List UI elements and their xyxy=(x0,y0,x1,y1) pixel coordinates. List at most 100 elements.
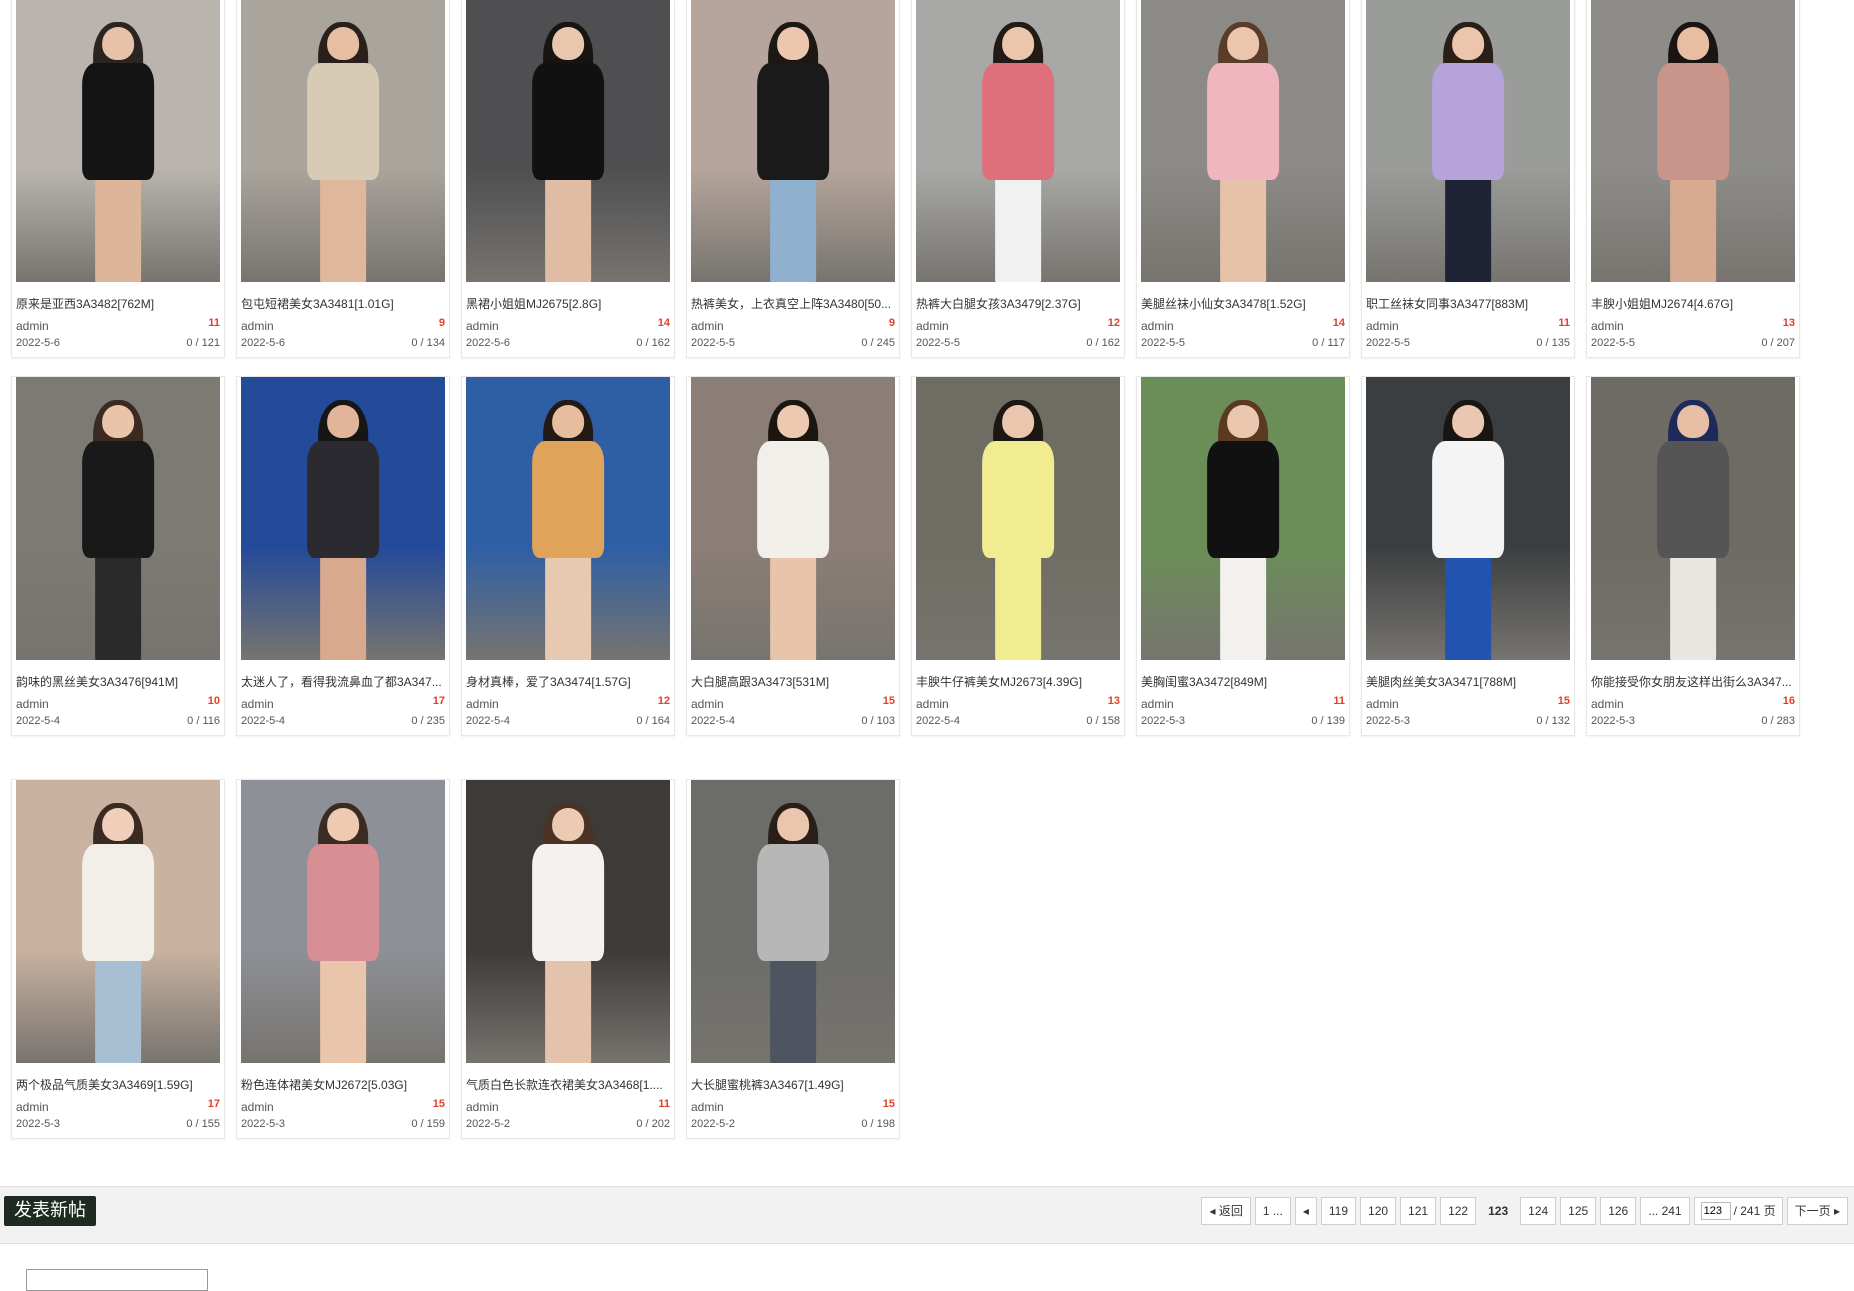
thread-card[interactable]: 大长腿蜜桃裤3A3467[1.49G] admin 15 2022-5-2 0 / 19… xyxy=(686,779,900,1139)
thread-card[interactable]: 黑裙小姐姐MJ2675[2.8G] admin 14 2022-5-6 0 / 162 xyxy=(461,0,675,358)
thread-author[interactable]: admin xyxy=(916,319,949,333)
thread-card[interactable]: 气质白色长款连衣裙美女3A3468[1.... admin 11 2022-5-2 0 … xyxy=(461,779,675,1139)
thread-card[interactable]: 两个极品气质美女3A3469[1.59G] admin 17 2022-5-3 0 / … xyxy=(11,779,225,1139)
thread-title[interactable]: 大白腿高跟3A3473[531M] xyxy=(691,673,895,690)
image-count-badge: 13 xyxy=(1782,317,1795,329)
thread-title[interactable]: 美胸闺蜜3A3472[849M] xyxy=(1141,673,1345,690)
image-count-badge: 15 xyxy=(432,1098,445,1110)
thread-thumbnail[interactable] xyxy=(466,0,670,282)
page-jump-input[interactable] xyxy=(1700,1202,1731,1220)
thread-title[interactable]: 包屯短裙美女3A3481[1.01G] xyxy=(241,295,445,312)
thread-card[interactable]: 热裤美女，上衣真空上阵3A3480[50... admin 9 2022-5-5 0 /… xyxy=(686,0,900,358)
thread-author[interactable]: admin xyxy=(241,1100,274,1114)
thread-card[interactable]: 原来是亚西3A3482[762M] admin 11 2022-5-6 0 / 121 xyxy=(11,0,225,358)
thread-thumbnail[interactable] xyxy=(1366,0,1570,282)
thread-author[interactable]: admin xyxy=(241,319,274,333)
thread-thumbnail[interactable] xyxy=(466,780,670,1063)
thread-author[interactable]: admin xyxy=(1141,319,1174,333)
thread-card[interactable]: 你能接受你女朋友这样出街么3A347... admin 16 2022-5-3 0 / … xyxy=(1586,376,1800,736)
page-link[interactable]: 122 xyxy=(1440,1197,1477,1225)
thread-card[interactable]: 大白腿高跟3A3473[531M] admin 15 2022-5-4 0 / 103 xyxy=(686,376,900,736)
thread-author[interactable]: admin xyxy=(691,697,724,711)
thread-card[interactable]: 美腿肉丝美女3A3471[788M] admin 15 2022-5-3 0 / 132 xyxy=(1361,376,1575,736)
reply-view-stats: 0 / 117 xyxy=(1312,337,1345,349)
thread-card[interactable]: 包屯短裙美女3A3481[1.01G] admin 9 2022-5-6 0 / 134 xyxy=(236,0,450,358)
page-link[interactable]: 120 xyxy=(1360,1197,1397,1225)
thread-author[interactable]: admin xyxy=(466,319,499,333)
thread-title[interactable]: 太迷人了，看得我流鼻血了都3A347... xyxy=(241,673,445,690)
thread-thumbnail[interactable] xyxy=(1591,377,1795,660)
thread-title[interactable]: 气质白色长款连衣裙美女3A3468[1.... xyxy=(466,1076,670,1093)
thread-title[interactable]: 美腿肉丝美女3A3471[788M] xyxy=(1366,673,1570,690)
thread-title[interactable]: 两个极品气质美女3A3469[1.59G] xyxy=(16,1076,220,1093)
thread-thumbnail[interactable] xyxy=(241,377,445,660)
thread-author[interactable]: admin xyxy=(466,697,499,711)
page-last[interactable]: ... 241 xyxy=(1640,1197,1690,1225)
thread-title[interactable]: 韵味的黑丝美女3A3476[941M] xyxy=(16,673,220,690)
thread-title[interactable]: 原来是亚西3A3482[762M] xyxy=(16,295,220,312)
thread-card[interactable]: 丰腴牛仔裤美女MJ2673[4.39G] admin 13 2022-5-4 0 / 1… xyxy=(911,376,1125,736)
thread-author[interactable]: admin xyxy=(16,697,49,711)
thread-card[interactable]: 丰腴小姐姐MJ2674[4.67G] admin 13 2022-5-5 0 / 207 xyxy=(1586,0,1800,358)
next-page-button[interactable]: 下一页 ▸ xyxy=(1786,1197,1848,1225)
thread-thumbnail[interactable] xyxy=(241,0,445,282)
thread-author[interactable]: admin xyxy=(466,1100,499,1114)
thread-card[interactable]: 身材真棒，爱了3A3474[1.57G] admin 12 2022-5-4 0 / 1… xyxy=(461,376,675,736)
page-link[interactable]: 119 xyxy=(1320,1197,1357,1225)
thread-card[interactable]: 热裤大白腿女孩3A3479[2.37G] admin 12 2022-5-5 0 / 1… xyxy=(911,0,1125,358)
thread-thumbnail[interactable] xyxy=(1366,377,1570,660)
thread-thumbnail[interactable] xyxy=(691,377,895,660)
thread-thumbnail[interactable] xyxy=(916,377,1120,660)
back-button[interactable]: ◂ 返回 xyxy=(1201,1197,1251,1225)
thread-title[interactable]: 丰腴牛仔裤美女MJ2673[4.39G] xyxy=(916,673,1120,690)
footer-box xyxy=(26,1269,208,1291)
thread-thumbnail[interactable] xyxy=(16,0,220,282)
page-link[interactable]: 124 xyxy=(1520,1197,1557,1225)
page-link[interactable]: 121 xyxy=(1400,1197,1437,1225)
thread-card[interactable]: 太迷人了，看得我流鼻血了都3A347... admin 17 2022-5-4 0 / … xyxy=(236,376,450,736)
thread-author[interactable]: admin xyxy=(1366,697,1399,711)
thread-thumbnail[interactable] xyxy=(691,780,895,1063)
thread-author[interactable]: admin xyxy=(1141,697,1174,711)
thread-thumbnail[interactable] xyxy=(241,780,445,1063)
image-count-badge: 15 xyxy=(882,695,895,707)
thread-author[interactable]: admin xyxy=(16,319,49,333)
thread-card[interactable]: 美腿丝袜小仙女3A3478[1.52G] admin 14 2022-5-5 0 / 1… xyxy=(1136,0,1350,358)
page-link[interactable]: 125 xyxy=(1560,1197,1597,1225)
thread-author[interactable]: admin xyxy=(691,1100,724,1114)
new-post-button[interactable]: 发表新帖 xyxy=(4,1196,96,1226)
thread-title[interactable]: 热裤美女，上衣真空上阵3A3480[50... xyxy=(691,295,895,312)
thread-date: 2022-5-5 xyxy=(916,337,961,349)
thread-title[interactable]: 职工丝袜女同事3A3477[883M] xyxy=(1366,295,1570,312)
thread-author[interactable]: admin xyxy=(916,697,949,711)
thread-author[interactable]: admin xyxy=(1366,319,1399,333)
thread-title[interactable]: 热裤大白腿女孩3A3479[2.37G] xyxy=(916,295,1120,312)
thread-thumbnail[interactable] xyxy=(16,780,220,1063)
thread-author[interactable]: admin xyxy=(691,319,724,333)
thread-thumbnail[interactable] xyxy=(1141,377,1345,660)
thread-title[interactable]: 你能接受你女朋友这样出街么3A347... xyxy=(1591,673,1795,690)
thread-thumbnail[interactable] xyxy=(16,377,220,660)
thread-thumbnail[interactable] xyxy=(916,0,1120,282)
thread-card[interactable]: 职工丝袜女同事3A3477[883M] admin 11 2022-5-5 0 / 13… xyxy=(1361,0,1575,358)
prev-page-button[interactable]: ◂ xyxy=(1294,1197,1317,1225)
thread-title[interactable]: 美腿丝袜小仙女3A3478[1.52G] xyxy=(1141,295,1345,312)
thread-thumbnail[interactable] xyxy=(1591,0,1795,282)
page-link[interactable]: 126 xyxy=(1600,1197,1637,1225)
thread-title[interactable]: 黑裙小姐姐MJ2675[2.8G] xyxy=(466,295,670,312)
thread-author[interactable]: admin xyxy=(1591,319,1624,333)
thread-thumbnail[interactable] xyxy=(1141,0,1345,282)
thread-author[interactable]: admin xyxy=(1591,697,1624,711)
thread-author[interactable]: admin xyxy=(241,697,274,711)
thread-thumbnail[interactable] xyxy=(691,0,895,282)
thread-thumbnail[interactable] xyxy=(466,377,670,660)
thread-card[interactable]: 粉色连体裙美女MJ2672[5.03G] admin 15 2022-5-3 0 / 1… xyxy=(236,779,450,1139)
thread-author[interactable]: admin xyxy=(16,1100,49,1114)
page-first[interactable]: 1 ... xyxy=(1254,1197,1291,1225)
thread-card[interactable]: 美胸闺蜜3A3472[849M] admin 11 2022-5-3 0 / 139 xyxy=(1136,376,1350,736)
thread-title[interactable]: 身材真棒，爱了3A3474[1.57G] xyxy=(466,673,670,690)
thread-title[interactable]: 大长腿蜜桃裤3A3467[1.49G] xyxy=(691,1076,895,1093)
thread-title[interactable]: 粉色连体裙美女MJ2672[5.03G] xyxy=(241,1076,445,1093)
thread-card[interactable]: 韵味的黑丝美女3A3476[941M] admin 10 2022-5-4 0 / 11… xyxy=(11,376,225,736)
thread-title[interactable]: 丰腴小姐姐MJ2674[4.67G] xyxy=(1591,295,1795,312)
